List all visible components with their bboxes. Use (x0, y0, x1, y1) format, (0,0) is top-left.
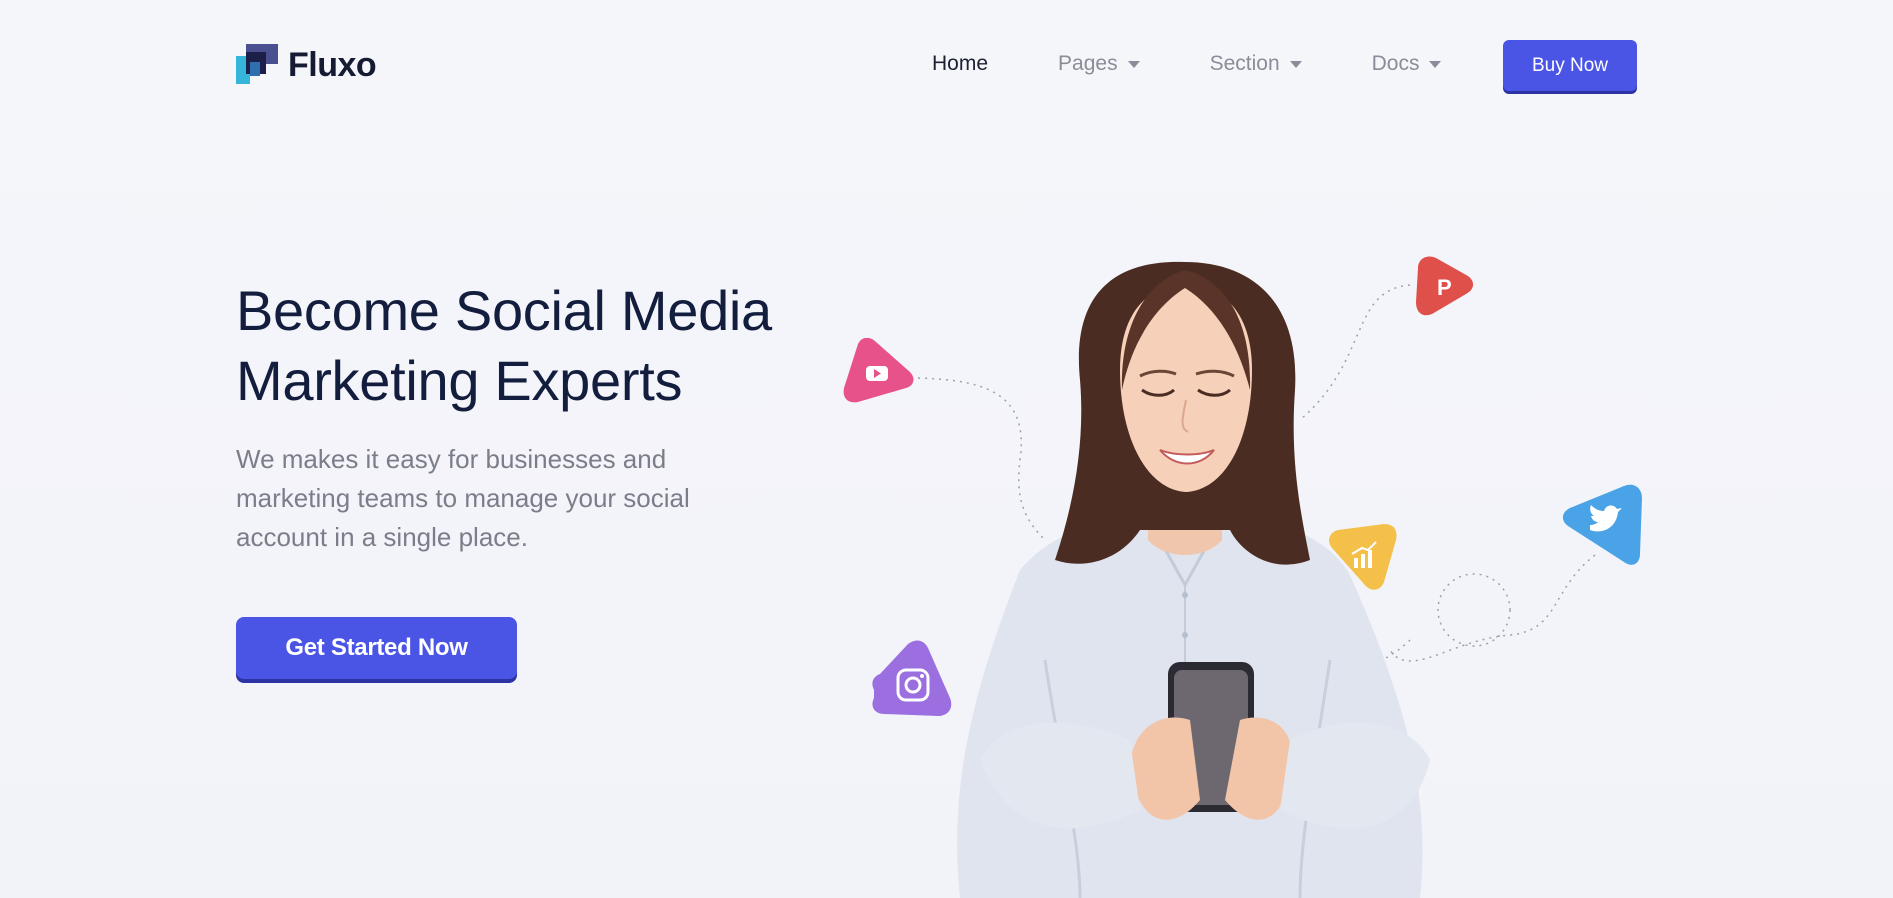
nav-item-section[interactable]: Section (1210, 52, 1302, 76)
buy-now-button[interactable]: Buy Now (1503, 40, 1637, 91)
youtube-icon[interactable] (840, 338, 918, 410)
logo-mark-icon (236, 44, 278, 86)
hero-description: We makes it easy for businesses and mark… (236, 440, 796, 557)
nav-item-label: Pages (1058, 52, 1118, 75)
brand-logo[interactable]: Fluxo (236, 44, 377, 86)
caret-down-icon (1289, 60, 1302, 68)
nav-item-label: Docs (1371, 52, 1420, 75)
hero-title: Become Social Media Marketing Experts (236, 276, 876, 416)
woman-figure (957, 261, 1430, 898)
svg-text:P: P (1437, 275, 1452, 300)
hero-title-line: Marketing Experts (236, 349, 683, 412)
hero-description-line: account in a single place. (236, 522, 528, 552)
nav-item-docs[interactable]: Docs (1372, 52, 1442, 76)
caret-down-icon (1127, 60, 1140, 68)
nav-item-pages[interactable]: Pages (1058, 52, 1140, 76)
analytics-icon[interactable] (1326, 522, 1400, 592)
hero-illustration: P (830, 240, 1670, 898)
brand-name: Fluxo (288, 45, 377, 84)
landing-page: Fluxo Home Pages Section Docs Buy Now Be… (0, 0, 1893, 898)
caret-down-icon (1429, 60, 1442, 68)
nav-links: Home Pages Section Docs (932, 52, 1511, 76)
instagram-icon[interactable] (868, 640, 954, 718)
get-started-button[interactable]: Get Started Now (236, 617, 517, 679)
nav-item-home[interactable]: Home (932, 52, 988, 76)
hero-title-line: Become Social Media (236, 279, 772, 342)
hero-description-line: We makes it easy for businesses and (236, 444, 667, 474)
navbar: Fluxo Home Pages Section Docs Buy Now (0, 0, 1893, 130)
hero-description-line: marketing teams to manage your social (236, 483, 690, 513)
pinterest-icon[interactable]: P (1410, 256, 1476, 318)
twitter-icon[interactable] (1560, 484, 1646, 568)
nav-item-label: Section (1209, 52, 1280, 75)
nav-item-label: Home (932, 52, 989, 75)
